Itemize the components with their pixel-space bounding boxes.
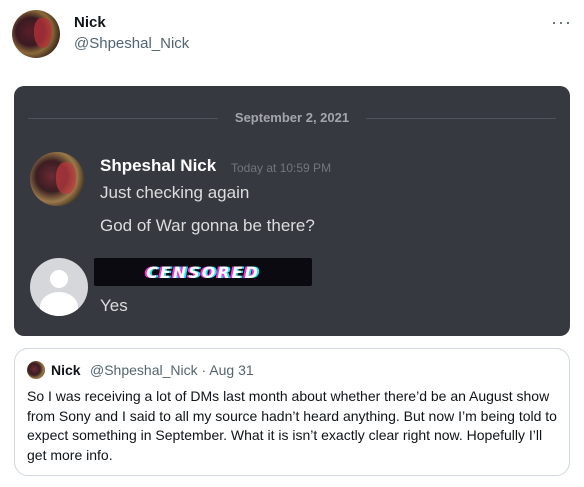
discord-author-name: Shpeshal Nick <box>100 156 217 175</box>
quoted-avatar <box>27 361 45 379</box>
discord-message: Just checking again <box>100 183 250 202</box>
quoted-tweet[interactable]: Nick @Shpeshal_Nick · Aug 31 So I was re… <box>14 348 570 476</box>
quoted-display-name: Nick <box>51 362 81 378</box>
date-label: September 2, 2021 <box>234 110 350 125</box>
quoted-tweet-text: So I was receiving a lot of DMs last mon… <box>27 388 557 463</box>
user-handle[interactable]: @Shpeshal_Nick <box>74 35 189 52</box>
avatar-body <box>40 292 78 316</box>
discord-screenshot: September 2, 2021 Shpeshal Nick Today at… <box>14 86 570 336</box>
tweet-header: Nick @Shpeshal_Nick ··· <box>12 10 572 62</box>
discord-timestamp: Today at 10:59 PM <box>231 161 332 175</box>
discord-message: Yes <box>100 296 128 315</box>
display-name[interactable]: Nick <box>74 14 106 31</box>
avatar-head <box>50 270 68 288</box>
avatar[interactable] <box>12 10 60 58</box>
censored-author-name: CENSORED <box>94 258 312 286</box>
discord-avatar <box>30 152 84 206</box>
censored-label: CENSORED <box>146 262 260 282</box>
more-options-icon[interactable]: ··· <box>551 12 572 33</box>
quoted-handle-date: @Shpeshal_Nick · Aug 31 <box>90 362 254 378</box>
discord-message: God of War gonna be there? <box>100 216 315 235</box>
default-avatar-icon <box>30 258 88 316</box>
